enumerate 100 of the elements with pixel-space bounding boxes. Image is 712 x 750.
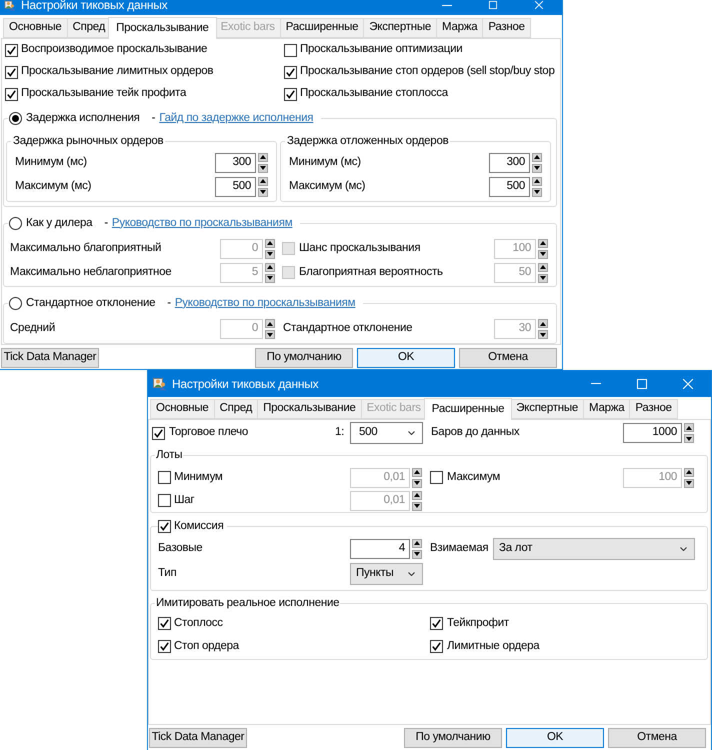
spin-down-button[interactable] <box>538 330 548 339</box>
dropdown[interactable]: За лот <box>493 538 695 560</box>
checkmark-icon <box>160 522 169 532</box>
tick-data-manager-button[interactable]: Tick Data Manager <box>149 728 247 748</box>
checkbox[interactable] <box>5 44 18 56</box>
spin-down-button[interactable] <box>538 250 548 259</box>
spin-up-button[interactable] <box>412 538 422 548</box>
radio-button[interactable] <box>9 216 22 230</box>
number-field[interactable]: 500 <box>215 176 256 196</box>
checkmark-icon <box>7 46 16 54</box>
up-triangle-icon <box>414 493 420 498</box>
dropdown[interactable]: Пункты <box>350 562 423 584</box>
tab[interactable]: Разное <box>629 399 678 419</box>
spin-down-button[interactable] <box>258 188 268 196</box>
checkbox-label: Стоп ордера <box>174 638 240 654</box>
tick-data-manager-button[interactable]: Tick Data Manager <box>1 348 99 368</box>
number-field[interactable]: 300 <box>215 152 256 172</box>
spin-up-button[interactable] <box>265 238 275 248</box>
chevron-down-icon <box>680 546 687 550</box>
spin-down-button[interactable] <box>412 502 422 511</box>
cancel-button[interactable]: Отмена <box>608 728 706 748</box>
down-triangle-icon <box>686 481 692 486</box>
spin-up-button[interactable] <box>684 423 694 432</box>
tab[interactable]: Маржа <box>583 399 630 419</box>
spin-down-button[interactable] <box>412 478 422 488</box>
checkbox[interactable] <box>158 640 171 653</box>
spin-up-button[interactable] <box>258 152 268 162</box>
tab[interactable]: Основные <box>3 18 68 38</box>
spin-down-button[interactable] <box>684 434 694 443</box>
spin-up-button[interactable] <box>412 490 422 500</box>
number-field[interactable]: 4 <box>350 538 410 558</box>
reset-defaults-button[interactable]: По умолчанию <box>255 348 353 368</box>
checkbox[interactable] <box>284 44 297 56</box>
spin-down-button[interactable] <box>265 330 275 339</box>
spin-up-button[interactable] <box>532 152 542 162</box>
spin-down-button[interactable] <box>538 274 548 283</box>
number-field[interactable]: 300 <box>489 152 530 172</box>
spin-up-button[interactable] <box>538 238 548 248</box>
tab[interactable]: Спред <box>214 399 258 419</box>
up-triangle-icon <box>534 179 540 183</box>
checkbox[interactable] <box>158 494 171 508</box>
radio-button[interactable] <box>9 296 22 310</box>
spin-up-button[interactable] <box>684 468 694 477</box>
spin-down-button[interactable] <box>265 274 275 283</box>
radio-label: Задержка исполнения <box>26 111 140 126</box>
checkbox[interactable] <box>430 616 443 630</box>
spin-down-button[interactable] <box>412 550 422 558</box>
spin-down-button[interactable] <box>532 188 542 196</box>
spin-down-button[interactable] <box>684 478 694 488</box>
tab[interactable]: Расширенные <box>280 18 364 38</box>
checkbox[interactable] <box>152 426 165 440</box>
ok-button[interactable]: OK <box>357 348 455 368</box>
checkbox[interactable] <box>158 520 171 534</box>
spin-down-button[interactable] <box>532 164 542 172</box>
down-triangle-icon <box>686 436 692 440</box>
ok-button[interactable]: OK <box>506 728 604 748</box>
tab[interactable]: Разное <box>482 18 531 38</box>
maximize-icon <box>489 1 497 9</box>
dropdown[interactable]: 500 <box>350 422 423 444</box>
checkmark-icon <box>432 642 441 651</box>
tab[interactable]: Основные <box>150 399 215 419</box>
tab[interactable]: Проскальзывание <box>108 17 217 39</box>
up-triangle-icon <box>534 155 540 159</box>
checkbox[interactable] <box>158 471 171 484</box>
spin-up-button[interactable] <box>538 262 548 272</box>
spin-down-button[interactable] <box>258 164 268 172</box>
number-field[interactable]: 500 <box>489 176 530 196</box>
checkbox[interactable] <box>430 471 443 484</box>
tab[interactable]: Проскальзывание <box>257 399 362 419</box>
checkbox[interactable] <box>5 66 18 78</box>
tab[interactable]: Экспертные <box>363 18 438 38</box>
cancel-button[interactable]: Отмена <box>459 348 557 368</box>
spin-up-button[interactable] <box>265 262 275 272</box>
spin-up-button[interactable] <box>265 319 275 328</box>
spin-down-button[interactable] <box>265 250 275 259</box>
help-link[interactable]: Руководство по проскальзываниям <box>112 214 292 232</box>
checkbox[interactable] <box>284 66 297 78</box>
checkbox-label: Воспроизводимое проскальзывание <box>21 42 208 58</box>
spin-up-button[interactable] <box>258 176 268 186</box>
tab[interactable]: Маржа <box>436 18 484 38</box>
checkbox[interactable] <box>5 88 18 100</box>
help-link[interactable]: Гайд по задержке исполнения <box>159 110 314 128</box>
spin-up-button[interactable] <box>412 468 422 477</box>
checkbox[interactable] <box>284 88 297 100</box>
help-link[interactable]: Руководство по проскальзываниям <box>174 294 356 312</box>
number-field[interactable]: 1000 <box>623 423 682 443</box>
radio-button[interactable] <box>9 112 22 126</box>
tab[interactable]: Экспертные <box>510 399 584 419</box>
tab[interactable]: Расширенные <box>424 398 512 420</box>
group-title: Задержка отложенных ордеров <box>286 134 450 150</box>
checkbox[interactable] <box>158 616 171 630</box>
reset-defaults-button[interactable]: По умолчанию <box>404 728 502 748</box>
checkbox-label: Минимум <box>174 470 224 486</box>
field-label: Стандартное отклонение <box>283 321 414 336</box>
spin-up-button[interactable] <box>538 319 548 328</box>
field-label: Максимум (мс) <box>15 178 92 194</box>
field-label: Максимум (мс) <box>289 178 366 194</box>
checkbox[interactable] <box>430 640 443 653</box>
spin-up-button[interactable] <box>532 176 542 186</box>
checkbox-label: Торговое плечо <box>169 425 250 440</box>
